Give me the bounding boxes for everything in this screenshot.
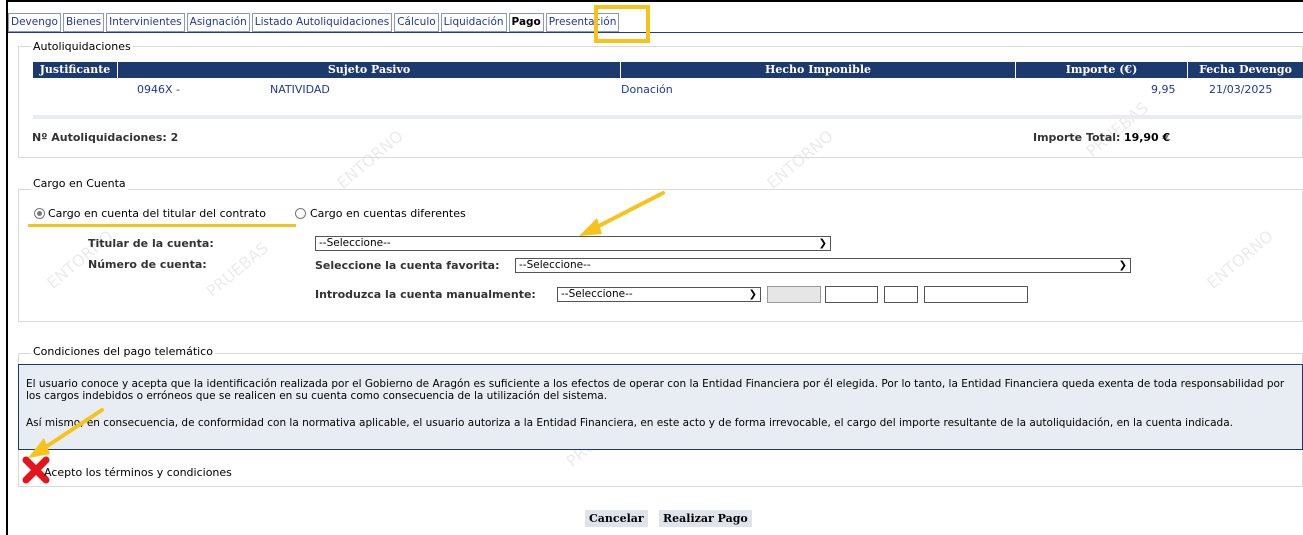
manual-label: Introduzca la cuenta manualmente: (315, 288, 536, 301)
manual-select-value: --Seleccione-- (561, 288, 633, 300)
table-footer-bar (33, 115, 1303, 119)
manual-entity-select[interactable]: --Seleccione-- ❯ (557, 287, 761, 302)
chevron-down-icon: ❯ (818, 238, 827, 249)
tab-bienes[interactable]: Bienes (62, 13, 105, 32)
cargo-legend: Cargo en Cuenta (31, 177, 128, 190)
col-importe: Importe (€) (1016, 62, 1188, 78)
arrow-annotation-icon (28, 408, 104, 458)
terms-paragraph-2: Así mismo, en consecuencia, de conformid… (26, 417, 1233, 429)
titular-option-underline (28, 224, 296, 227)
terms-box: El usuario conoce y acepta que la identi… (18, 364, 1303, 450)
arrow-annotation-icon (579, 191, 665, 236)
table-header: Justificante Sujeto Pasivo Hecho Imponib… (33, 62, 1303, 78)
cell-hecho: Donación (621, 83, 673, 96)
tab-intervinientes[interactable]: Intervinientes (106, 13, 185, 32)
numero-cuenta-label: Número de cuenta: (88, 258, 207, 271)
tab-pago[interactable]: Pago (508, 13, 544, 32)
cancel-button[interactable]: Cancelar (585, 510, 648, 527)
importe-total: Importe Total: 19,90 € (1033, 131, 1170, 144)
accept-terms-checkbox-label[interactable]: Acepto los términos y condiciones (44, 466, 232, 479)
radio-titular[interactable] (34, 208, 45, 219)
terms-paragraph-1: El usuario conoce y acepta que la identi… (26, 378, 1285, 402)
account-field-2[interactable] (884, 286, 918, 303)
importe-total-label: Importe Total: (1033, 131, 1121, 144)
autoliquidaciones-count: Nº Autoliquidaciones: 2 (32, 131, 179, 144)
favorita-select[interactable]: --Seleccione-- ❯ (515, 258, 1131, 273)
account-field-1[interactable] (825, 286, 878, 303)
titular-select[interactable]: --Seleccione-- ❯ (315, 236, 831, 251)
tab-devengo[interactable]: Devengo (8, 13, 61, 32)
radio-diferentes[interactable] (295, 208, 306, 219)
realizar-pago-button[interactable]: Realizar Pago (659, 510, 752, 527)
tab-underline (8, 32, 1303, 33)
account-field-3[interactable] (924, 286, 1028, 303)
pago-tab-highlight (594, 5, 650, 43)
table-row[interactable]: 0946X - NATIVIDAD Donación 9,95 21/03/20… (33, 82, 1303, 100)
autoliquidaciones-legend: Autoliquidaciones (31, 40, 133, 53)
col-fecha-devengo: Fecha Devengo (1199, 63, 1292, 76)
col-sujeto-pasivo: Sujeto Pasivo (118, 62, 621, 78)
tab-listado-autoliquidaciones[interactable]: Listado Autoliquidaciones (251, 13, 393, 32)
chevron-down-icon: ❯ (748, 289, 757, 300)
cell-importe: 9,95 (1151, 83, 1176, 96)
col-justificante: Justificante (33, 62, 118, 78)
tab-calculo[interactable]: Cálculo (394, 13, 439, 32)
tab-asignacion[interactable]: Asignación (186, 13, 250, 32)
iban-control-field[interactable] (767, 286, 821, 303)
cell-justificante: 0946X - (137, 83, 180, 96)
condiciones-legend: Condiciones del pago telemático (31, 345, 215, 358)
radio-diferentes-label[interactable]: Cargo en cuentas diferentes (310, 207, 466, 220)
tab-bar: Devengo Bienes Intervinientes Asignación… (8, 13, 621, 32)
radio-titular-label[interactable]: Cargo en cuenta del titular del contrato (48, 207, 266, 220)
tab-liquidacion[interactable]: Liquidación (440, 13, 507, 32)
favorita-label: Seleccione la cuenta favorita: (315, 259, 500, 272)
importe-total-value: 19,90 € (1123, 131, 1171, 144)
favorita-select-value: --Seleccione-- (519, 259, 591, 271)
cell-sujeto: NATIVIDAD (270, 83, 330, 96)
cell-fecha: 21/03/2025 (1209, 83, 1273, 96)
titular-label: Titular de la cuenta: (88, 237, 214, 250)
chevron-down-icon: ❯ (1118, 260, 1127, 271)
col-hecho-imponible: Hecho Imponible (621, 62, 1016, 78)
titular-select-value: --Seleccione-- (319, 237, 391, 249)
